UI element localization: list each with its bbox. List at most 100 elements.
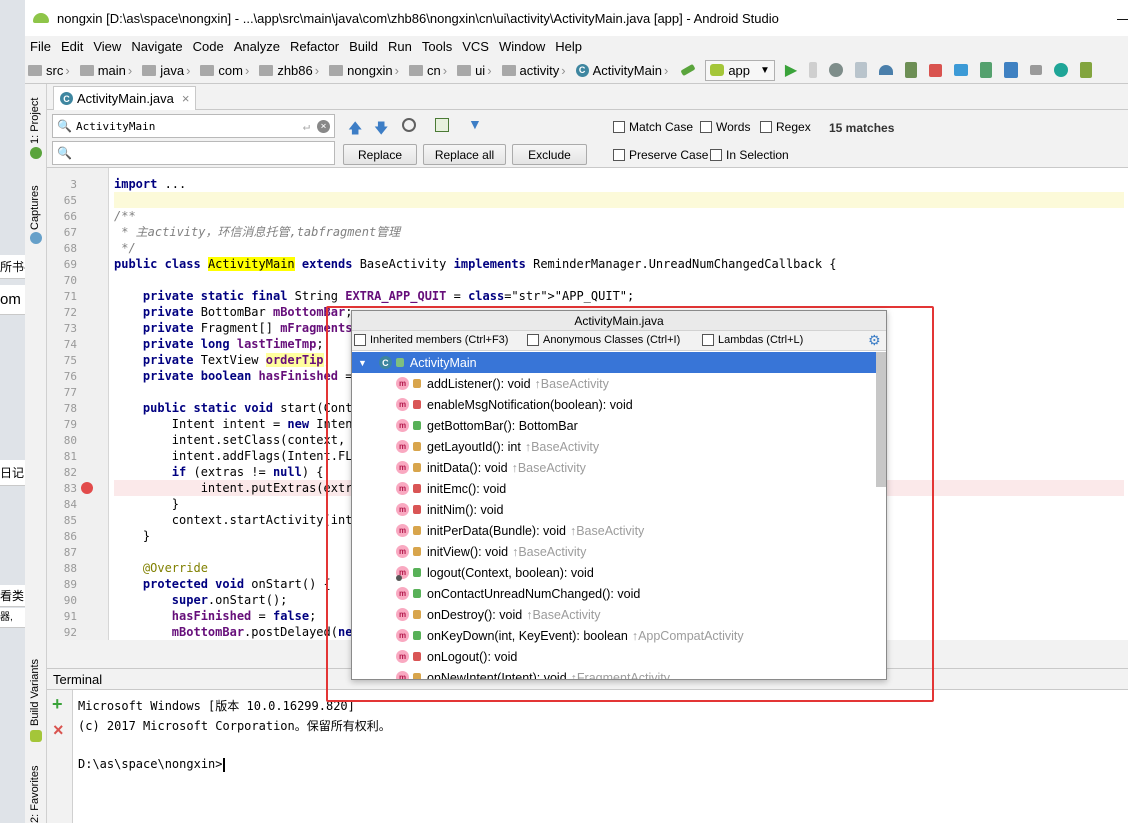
favorites-tool-button[interactable]: 2: Favorites xyxy=(29,766,41,823)
profile-icon[interactable] xyxy=(879,65,894,75)
scrollbar-thumb[interactable] xyxy=(876,352,886,487)
new-session-icon[interactable]: + xyxy=(52,694,63,715)
lambdas-checkbox[interactable]: Lambdas (Ctrl+L) xyxy=(702,334,803,346)
method-icon: m xyxy=(396,377,409,390)
tree-method-item[interactable]: m onKeyDown(int, KeyEvent): boolean ↑AppCo… xyxy=(352,625,876,646)
close-tab-icon[interactable]: × xyxy=(182,91,190,106)
tree-method-item[interactable]: m onNewIntent(Intent): void ↑FragmentActiv… xyxy=(352,667,876,679)
replace-input[interactable]: 🔍️ xyxy=(52,141,335,165)
menu-window[interactable]: Window xyxy=(494,39,550,54)
breadcrumb-src[interactable]: src › xyxy=(25,57,77,84)
line-number: 75 xyxy=(63,354,77,367)
method-signature: initEmc(): void xyxy=(427,481,507,496)
tree-method-item[interactable]: m onDestroy(): void ↑BaseActivity xyxy=(352,604,876,625)
next-occurrence-icon[interactable]: 🡇 xyxy=(374,118,388,142)
build-variants-tool-button[interactable]: Build Variants xyxy=(29,659,41,726)
menu-tools[interactable]: Tools xyxy=(417,39,457,54)
layout-inspector-icon[interactable] xyxy=(1080,62,1093,78)
menu-view[interactable]: View xyxy=(88,39,126,54)
breadcrumb-java[interactable]: java › xyxy=(139,57,197,84)
breadcrumb-activity[interactable]: activity › xyxy=(499,57,573,84)
method-signature: initNim(): void xyxy=(427,502,504,517)
breadcrumb-nongxin[interactable]: nongxin › xyxy=(326,57,406,84)
sync-icon[interactable] xyxy=(954,64,969,76)
find-all-icon[interactable] xyxy=(402,118,416,132)
structure-tree: ▼ C ActivityMain m addListener(): void ↑BaseA… xyxy=(352,352,886,679)
match-case-checkbox[interactable]: Match Case xyxy=(613,120,693,134)
breadcrumb-main[interactable]: main › xyxy=(77,57,140,84)
line-number: 69 xyxy=(63,258,77,271)
tree-method-item[interactable]: m initData(): void ↑BaseActivity xyxy=(352,457,876,478)
menu-run[interactable]: Run xyxy=(383,39,417,54)
device-monitor-icon[interactable] xyxy=(1054,63,1069,77)
protected-visibility-icon xyxy=(413,610,421,619)
menu-edit[interactable]: Edit xyxy=(56,39,88,54)
avd-manager-icon[interactable] xyxy=(980,62,993,78)
previous-occurrence-icon[interactable]: 🡅 xyxy=(348,118,362,142)
tree-method-item[interactable]: m onLogout(): void xyxy=(352,646,876,667)
menu-vcs[interactable]: VCS xyxy=(457,39,494,54)
in-selection-checkbox[interactable]: In Selection xyxy=(710,148,789,162)
inherited-members-checkbox[interactable]: Inherited members (Ctrl+F3) xyxy=(354,334,508,346)
method-icon: m xyxy=(396,608,409,621)
menu-build[interactable]: Build xyxy=(344,39,383,54)
debug-icon[interactable] xyxy=(829,63,844,77)
undo-icon[interactable] xyxy=(1030,65,1043,75)
menu-code[interactable]: Code xyxy=(188,39,229,54)
menu-analyze[interactable]: Analyze xyxy=(229,39,285,54)
stop-icon[interactable] xyxy=(929,63,943,77)
tree-method-item[interactable]: m logout(Context, boolean): void xyxy=(352,562,876,583)
select-all-occurrences-icon[interactable] xyxy=(435,118,449,132)
tree-method-item[interactable]: m initPerData(Bundle): void ↑BaseActivity xyxy=(352,520,876,541)
clear-search-icon[interactable]: × xyxy=(317,119,330,133)
tree-method-item[interactable]: m initEmc(): void xyxy=(352,478,876,499)
regex-checkbox[interactable]: Regex xyxy=(760,120,811,134)
tree-method-item[interactable]: m getBottomBar(): BottomBar xyxy=(352,415,876,436)
menu-help[interactable]: Help xyxy=(550,39,587,54)
terminal-prompt[interactable]: D:\as\space\nongxin> xyxy=(78,757,225,772)
breadcrumb-com[interactable]: com › xyxy=(197,57,256,84)
breadcrumb-zhb86[interactable]: zhb86 › xyxy=(256,57,326,84)
cursor xyxy=(222,757,225,772)
tree-root-class[interactable]: ▼ C ActivityMain xyxy=(352,352,876,373)
breakpoint-icon[interactable] xyxy=(81,482,93,494)
menu-navigate[interactable]: Navigate xyxy=(126,39,187,54)
captures-tool-button[interactable]: Captures xyxy=(29,185,41,230)
apply-changes-icon[interactable] xyxy=(809,62,818,78)
breadcrumb-activitymain[interactable]: C ActivityMain › xyxy=(573,57,676,84)
replace-button[interactable]: Replace xyxy=(343,144,417,165)
tree-root-label: ActivityMain xyxy=(409,355,477,370)
new-line-icon[interactable]: ↵ xyxy=(303,119,310,133)
attach-debugger-icon[interactable] xyxy=(905,62,918,78)
preserve-case-checkbox[interactable]: Preserve Case xyxy=(613,148,708,162)
minimize-icon[interactable]: — xyxy=(1101,0,1128,36)
tree-method-item[interactable]: m enableMsgNotification(boolean): void xyxy=(352,394,876,415)
method-icon: m xyxy=(396,482,409,495)
make-hammer-icon[interactable] xyxy=(680,63,696,77)
tree-method-item[interactable]: m onContactUnreadNumChanged(): void xyxy=(352,583,876,604)
settings-gear-icon[interactable]: ⚙ xyxy=(868,332,881,349)
tree-method-item[interactable]: m initView(): void ↑BaseActivity xyxy=(352,541,876,562)
words-checkbox[interactable]: Words xyxy=(700,120,750,134)
close-session-icon[interactable]: × xyxy=(53,720,64,741)
captures-icon xyxy=(30,232,42,244)
anonymous-classes-checkbox[interactable]: Anonymous Classes (Ctrl+I) xyxy=(527,334,680,346)
replace-all-button[interactable]: Replace all xyxy=(423,144,506,165)
search-input[interactable]: 🔍️ ActivityMain ↵ × xyxy=(52,114,335,138)
coverage-icon[interactable] xyxy=(855,62,868,78)
menu-refactor[interactable]: Refactor xyxy=(285,39,344,54)
tree-method-item[interactable]: m getLayoutId(): int ↑BaseActivity xyxy=(352,436,876,457)
menu-file[interactable]: File xyxy=(25,39,56,54)
tree-method-item[interactable]: m initNim(): void xyxy=(352,499,876,520)
exclude-button[interactable]: Exclude xyxy=(512,144,587,165)
tree-method-item[interactable]: m addListener(): void ↑BaseActivity xyxy=(352,373,876,394)
breadcrumb-ui[interactable]: ui › xyxy=(454,57,498,84)
run-icon[interactable]: ▶ xyxy=(785,60,797,80)
tab-activitymain-java[interactable]: C ActivityMain.java × xyxy=(53,86,197,110)
filter-icon[interactable]: ▼ xyxy=(468,116,482,132)
breadcrumb-cn[interactable]: cn › xyxy=(406,57,454,84)
project-tool-button[interactable]: 1: Project xyxy=(29,98,41,144)
run-config-select[interactable]: app ▼ xyxy=(705,59,775,81)
line-number: 76 xyxy=(63,370,77,383)
sdk-manager-icon[interactable] xyxy=(1004,62,1019,78)
